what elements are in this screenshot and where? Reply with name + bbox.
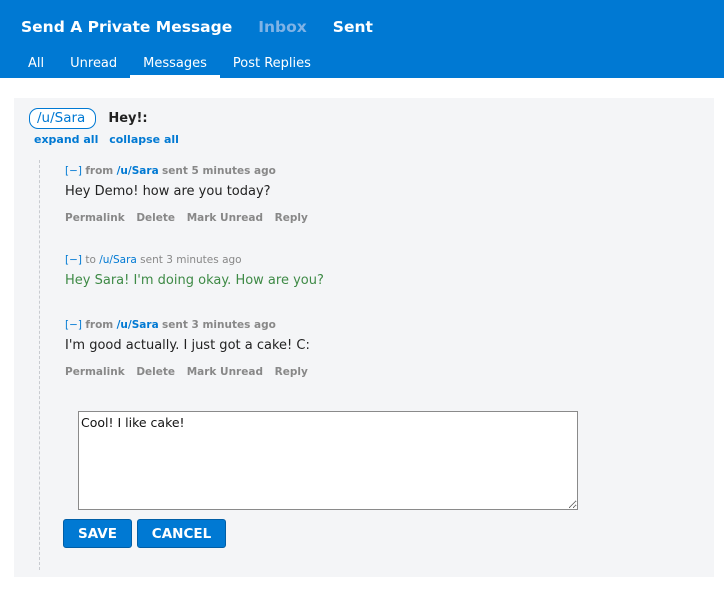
message-item: [−] from /u/Sara sent 3 minutes ago I'm … <box>65 319 316 378</box>
collapse-toggle[interactable]: [−] <box>65 319 82 331</box>
message-user-link[interactable]: /u/Sara <box>117 319 159 331</box>
reply-textarea[interactable]: Cool! I like cake! <box>78 411 578 510</box>
thread-divider-line <box>39 160 40 570</box>
message-body: I'm good actually. I just got a cake! C: <box>65 338 310 353</box>
message-actions: Permalink Delete Mark Unread Reply <box>65 212 316 224</box>
reply-link[interactable]: Reply <box>275 212 308 224</box>
cancel-button[interactable]: CANCEL <box>137 519 226 548</box>
tab-messages[interactable]: Messages <box>130 50 220 78</box>
mark-unread-link[interactable]: Mark Unread <box>187 212 263 224</box>
message-meta: [−] from /u/Sara sent 3 minutes ago <box>65 319 316 331</box>
expand-collapse-row: expand all collapse all <box>34 133 186 146</box>
thread-user-link[interactable]: /u/Sara <box>29 108 97 129</box>
delete-link[interactable]: Delete <box>136 212 175 224</box>
message-item: [−] from /u/Sara sent 5 minutes ago Hey … <box>65 165 316 224</box>
message-user-link[interactable]: /u/Sara <box>99 254 137 266</box>
tab-bar: All Unread Messages Post Replies <box>15 50 324 78</box>
inbox-link[interactable]: Inbox <box>258 18 307 36</box>
thread-title-row: /u/Sara Hey!: <box>29 108 148 129</box>
message-meta: [−] from /u/Sara sent 5 minutes ago <box>65 165 316 177</box>
permalink-link[interactable]: Permalink <box>65 366 125 378</box>
collapse-toggle[interactable]: [−] <box>65 254 82 266</box>
collapse-all-link[interactable]: collapse all <box>109 133 179 146</box>
message-direction: from <box>85 165 114 177</box>
top-nav: Send A Private Message Inbox Sent <box>21 18 399 36</box>
tab-all[interactable]: All <box>15 50 57 78</box>
message-timestamp: sent 3 minutes ago <box>140 254 242 266</box>
permalink-link[interactable]: Permalink <box>65 212 125 224</box>
reply-link[interactable]: Reply <box>275 366 308 378</box>
tab-post-replies[interactable]: Post Replies <box>220 50 324 78</box>
message-timestamp: sent 3 minutes ago <box>162 319 276 331</box>
thread-subject: Hey!: <box>108 111 148 126</box>
message-body: Hey Sara! I'm doing okay. How are you? <box>65 273 324 288</box>
message-direction: to <box>85 254 96 266</box>
save-button[interactable]: SAVE <box>63 519 132 548</box>
message-actions: Permalink Delete Mark Unread Reply <box>65 366 316 378</box>
send-private-message-link[interactable]: Send A Private Message <box>21 18 232 36</box>
sent-link[interactable]: Sent <box>333 18 373 36</box>
expand-all-link[interactable]: expand all <box>34 133 98 146</box>
collapse-toggle[interactable]: [−] <box>65 165 82 177</box>
mark-unread-link[interactable]: Mark Unread <box>187 366 263 378</box>
tab-unread[interactable]: Unread <box>57 50 130 78</box>
header-bar: Send A Private Message Inbox Sent All Un… <box>0 0 724 78</box>
delete-link[interactable]: Delete <box>136 366 175 378</box>
message-meta: [−] to /u/Sara sent 3 minutes ago <box>65 254 324 266</box>
message-thread-panel: /u/Sara Hey!: expand all collapse all [−… <box>14 98 714 577</box>
message-timestamp: sent 5 minutes ago <box>162 165 276 177</box>
message-user-link[interactable]: /u/Sara <box>117 165 159 177</box>
message-item: [−] to /u/Sara sent 3 minutes ago Hey Sa… <box>65 254 324 288</box>
message-direction: from <box>85 319 114 331</box>
message-body: Hey Demo! how are you today? <box>65 184 271 199</box>
